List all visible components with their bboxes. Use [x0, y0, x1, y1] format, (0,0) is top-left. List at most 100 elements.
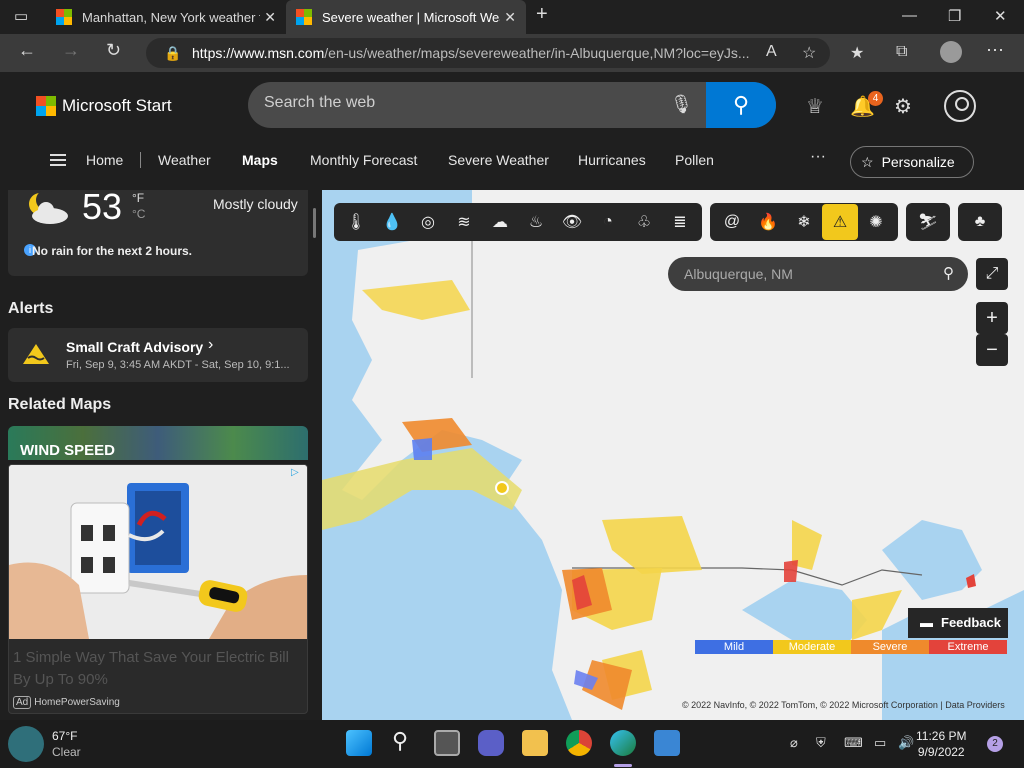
display-icon[interactable]: ▭: [874, 735, 886, 751]
collections-icon[interactable]: ⧉: [896, 43, 907, 61]
search-icon[interactable]: ⚲: [943, 264, 954, 282]
ski-layer-icon[interactable]: ⛷: [910, 204, 946, 240]
ad-source-name[interactable]: HomePowerSaving: [34, 697, 120, 708]
keyboard-icon[interactable]: ⌨: [844, 735, 863, 751]
precipitation-layer-icon[interactable]: 💧: [374, 204, 410, 240]
map-layer-toolbar: 🌡 💧 ◎ ≋ ☁ ♨ 👁 ◔ ♧ ≣ @ 🔥 ❄ ⚠ ✺ ⛷ ♣: [334, 203, 1002, 241]
alert-area-mild[interactable]: [412, 438, 432, 460]
task-view-icon[interactable]: [434, 730, 460, 756]
nav-more-button[interactable]: ···: [810, 148, 826, 166]
panel-scrollbar[interactable]: [313, 208, 316, 238]
alert-area-moderate[interactable]: [322, 448, 522, 530]
search-button[interactable]: ⚲: [706, 82, 776, 128]
tab-manhattan-weather[interactable]: Manhattan, New York weather forecast ✕: [46, 0, 286, 34]
alert-area-extreme[interactable]: [784, 560, 798, 582]
feedback-button[interactable]: ▬ Feedback: [908, 608, 1008, 638]
web-search-input[interactable]: [264, 94, 644, 112]
url-field[interactable]: 🔒 https://www.msn.com/en-us/weather/maps…: [146, 38, 830, 68]
store-icon[interactable]: [654, 730, 680, 756]
rewards-trophy-icon[interactable]: ♕: [806, 94, 824, 119]
weather-widget-icon[interactable]: [8, 726, 44, 762]
new-tab-button[interactable]: +: [536, 3, 548, 26]
forward-arrow-icon[interactable]: →: [62, 40, 80, 61]
nav-pollen[interactable]: Pollen: [675, 152, 714, 168]
unit-celsius[interactable]: °C: [132, 206, 145, 222]
back-arrow-icon[interactable]: ←: [18, 40, 36, 61]
humidity-layer-icon[interactable]: ♨: [518, 204, 554, 240]
chrome-icon[interactable]: [566, 730, 592, 756]
taskbar-temperature[interactable]: 67°F: [52, 729, 77, 743]
nav-hurricanes[interactable]: Hurricanes: [578, 152, 646, 168]
maximize-button[interactable]: ❐: [948, 7, 961, 25]
minimize-button[interactable]: —: [902, 7, 917, 24]
microsoft-start-logo[interactable]: Microsoft Start: [36, 96, 172, 116]
security-shield-icon[interactable]: ⛨: [816, 735, 826, 751]
severe-weather-map[interactable]: 🌡 💧 ◎ ≋ ☁ ♨ 👁 ◔ ♧ ≣ @ 🔥 ❄ ⚠ ✺ ⛷ ♣ ⚲ ⤢ +: [322, 190, 1024, 720]
pressure-layer-icon[interactable]: ◔: [590, 204, 626, 240]
hurricane-layer-icon[interactable]: @: [714, 204, 750, 240]
map-location-input[interactable]: [684, 266, 924, 282]
current-conditions-card[interactable]: 53 °F °C Mostly cloudy i No rain for the…: [8, 190, 308, 276]
account-avatar-icon[interactable]: [944, 90, 976, 122]
tab-actions-icon[interactable]: ▭: [14, 7, 28, 25]
personalize-button[interactable]: ☆ Personalize: [850, 146, 974, 178]
nav-home[interactable]: Home: [86, 152, 123, 168]
close-window-button[interactable]: ✕: [994, 7, 1007, 25]
file-explorer-icon[interactable]: [522, 730, 548, 756]
network-off-icon[interactable]: ⌀: [790, 735, 798, 751]
severe-weather-layer-icon[interactable]: ⚠: [822, 204, 858, 240]
tab-severe-weather[interactable]: Severe weather | Microsoft Weather ✕: [286, 0, 526, 34]
unit-fahrenheit[interactable]: °F: [132, 190, 145, 206]
system-clock[interactable]: 11:26 PM 9/9/2022: [916, 728, 966, 760]
msn-favicon-icon: [296, 9, 312, 25]
start-menu-icon[interactable]: [346, 730, 372, 756]
search-icon[interactable]: ⚲: [392, 728, 408, 754]
nav-severe-weather[interactable]: Severe Weather: [448, 152, 549, 168]
alert-title: Small Craft Advisory: [66, 339, 204, 355]
air-quality-layer-icon[interactable]: ≣: [662, 204, 698, 240]
ad-image[interactable]: ▷: [9, 465, 307, 639]
microphone-icon[interactable]: 🎙: [670, 94, 693, 115]
wildfire-layer-icon[interactable]: 🔥: [750, 204, 786, 240]
settings-gear-icon[interactable]: ⚙: [894, 94, 912, 119]
wind-layer-icon[interactable]: ≋: [446, 204, 482, 240]
close-tab-icon[interactable]: ✕: [264, 9, 276, 26]
visibility-layer-icon[interactable]: 👁: [554, 204, 590, 240]
cloud-layer-icon[interactable]: ☁: [482, 204, 518, 240]
advertisement[interactable]: ▷ 1 Simple Way That Save Your Electric B…: [8, 464, 308, 714]
temperature-layer-icon[interactable]: 🌡: [338, 204, 374, 240]
radar-layer-icon[interactable]: ◎: [410, 204, 446, 240]
current-temperature: 53: [82, 190, 123, 227]
nav-weather[interactable]: Weather: [158, 152, 211, 168]
zoom-out-button[interactable]: −: [976, 334, 1008, 366]
pollen-layer-icon[interactable]: ♧: [626, 204, 662, 240]
zoom-in-button[interactable]: +: [976, 302, 1008, 334]
volume-icon[interactable]: 🔊: [898, 735, 914, 751]
nav-monthly-forecast[interactable]: Monthly Forecast: [310, 152, 417, 168]
location-marker[interactable]: [495, 481, 509, 495]
fullscreen-expand-icon[interactable]: ⤢: [976, 258, 1008, 290]
profile-avatar-icon[interactable]: [940, 41, 962, 63]
more-options-icon[interactable]: ⋯: [986, 40, 1004, 61]
close-tab-icon[interactable]: ✕: [504, 9, 516, 26]
earthquake-layer-icon[interactable]: ✺: [858, 204, 894, 240]
map-credits[interactable]: © 2022 NavInfo, © 2022 TomTom, © 2022 Mi…: [682, 700, 1005, 710]
edge-icon[interactable]: [610, 730, 636, 756]
alert-card[interactable]: Small Craft Advisory › Fri, Sep 9, 3:45 …: [8, 328, 308, 382]
wind-speed-map-thumbnail[interactable]: WIND SPEED: [8, 426, 308, 460]
nav-maps[interactable]: Maps: [242, 152, 278, 168]
tree-layer-icon[interactable]: ♣: [962, 204, 998, 240]
add-favorite-icon[interactable]: ☆: [802, 43, 816, 63]
winter-layer-icon[interactable]: ❄: [786, 204, 822, 240]
hamburger-menu-icon[interactable]: [50, 154, 66, 169]
adchoices-icon[interactable]: ▷: [291, 467, 305, 481]
chevron-right-icon: ›: [208, 336, 214, 353]
refresh-icon[interactable]: ↻: [106, 40, 121, 61]
chat-icon[interactable]: [478, 730, 504, 756]
taskbar-condition[interactable]: Clear: [52, 745, 81, 759]
lock-icon[interactable]: 🔒: [164, 38, 181, 68]
notification-badge[interactable]: 2: [987, 736, 1003, 752]
favorites-icon[interactable]: ★: [850, 43, 864, 63]
read-aloud-icon[interactable]: A: [766, 43, 777, 61]
ad-headline[interactable]: 1 Simple Way That Save Your Electric Bil…: [13, 647, 305, 691]
